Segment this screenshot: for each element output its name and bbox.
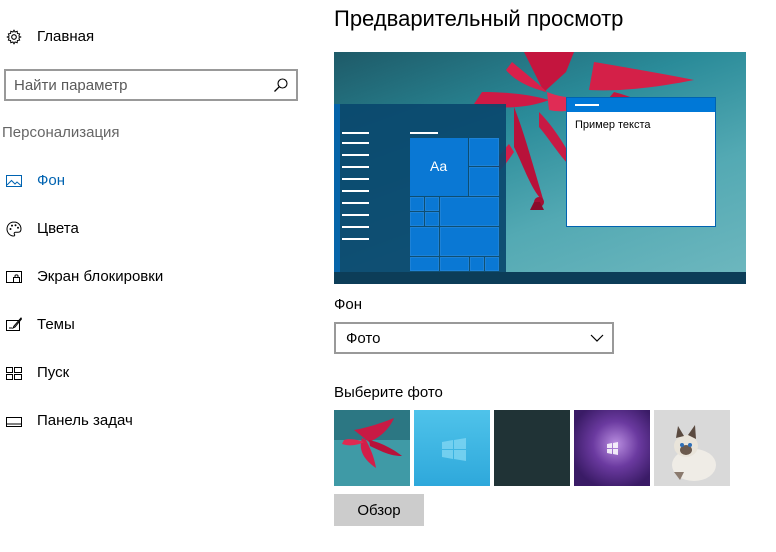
windows-purple-thumbnail-image: [574, 410, 650, 486]
sidebar-item-label: Фон: [37, 172, 66, 189]
sidebar-item-start[interactable]: Пуск: [0, 355, 320, 391]
sidebar-item-colors[interactable]: Цвета: [0, 211, 320, 247]
section-title: Персонализация: [2, 124, 120, 141]
palette-icon: [6, 221, 22, 237]
sidebar-item-label: Цвета: [37, 220, 79, 237]
gear-icon: [6, 29, 22, 45]
search-box[interactable]: [4, 69, 298, 101]
sidebar-item-label: Пуск: [37, 364, 70, 381]
photo-thumbnail-cat[interactable]: [654, 410, 730, 486]
home-link[interactable]: Главная: [0, 24, 320, 50]
sidebar-item-label: Экран блокировки: [37, 268, 164, 285]
photo-thumbnail-dark[interactable]: [494, 410, 570, 486]
start-icon: [6, 367, 22, 380]
photo-thumbnail-windows-light[interactable]: [414, 410, 490, 486]
taskbar-preview: [334, 272, 746, 284]
taskbar-icon: [6, 417, 22, 427]
sidebar-item-label: Панель задач: [37, 412, 133, 429]
dropdown-value: Фото: [346, 330, 381, 347]
sidebar-item-background[interactable]: Фон: [0, 163, 320, 199]
windows-light-thumbnail-image: [414, 410, 490, 486]
cat-thumbnail-image: [654, 410, 730, 486]
sidebar-item-taskbar[interactable]: Панель задач: [0, 403, 320, 439]
picture-icon: [6, 175, 22, 187]
lock-screen-icon: [6, 271, 22, 283]
sample-text: Пример текста: [575, 119, 651, 131]
sidebar-item-themes[interactable]: Темы: [0, 307, 320, 343]
sidebar-item-label: Темы: [37, 316, 75, 333]
page-title: Предварительный просмотр: [334, 6, 624, 31]
sample-window-preview: Пример текста: [566, 97, 716, 227]
chevron-down-icon: [590, 334, 604, 342]
sidebar-item-lock-screen[interactable]: Экран блокировки: [0, 259, 320, 295]
photo-thumbnail-flower[interactable]: [334, 410, 410, 486]
choose-photo-label: Выберите фото: [334, 384, 443, 401]
tile-text: Aa: [430, 158, 448, 174]
themes-icon: [6, 317, 22, 331]
background-preview: Aa Пример текста: [334, 52, 746, 284]
browse-button[interactable]: Обзор: [334, 494, 424, 526]
search-input[interactable]: [6, 71, 268, 99]
photo-thumbnail-windows-purple[interactable]: [574, 410, 650, 486]
home-label: Главная: [37, 28, 95, 45]
tile-preview: Aa: [410, 138, 468, 196]
background-label: Фон: [334, 296, 363, 313]
start-menu-preview: Aa: [334, 104, 506, 272]
background-type-dropdown[interactable]: Фото: [334, 322, 614, 354]
search-icon[interactable]: [273, 77, 289, 93]
flower-thumbnail-image: [334, 410, 410, 486]
